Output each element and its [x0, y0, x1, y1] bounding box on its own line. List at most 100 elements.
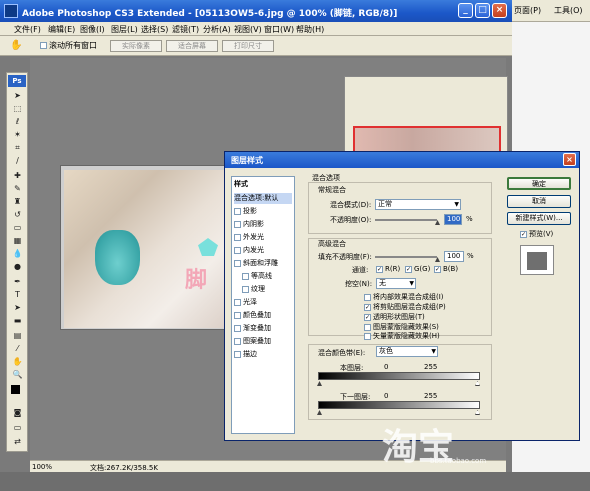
channel-b[interactable]: ✓ B(B)	[434, 265, 458, 273]
browser-menu-page[interactable]: 页面(P)	[514, 5, 541, 16]
menu-file[interactable]: 文件(F)	[14, 24, 41, 35]
style-gradient-overlay[interactable]: 渐变叠加	[234, 323, 271, 334]
checkbox-icon[interactable]	[364, 293, 371, 301]
magic-wand-icon[interactable]: ✶	[11, 130, 24, 139]
new-style-button[interactable]: 新建样式(W)...	[507, 212, 571, 225]
stamp-tool-icon[interactable]: ♜	[11, 197, 24, 206]
style-texture[interactable]: 纹理	[242, 284, 265, 295]
menu-image[interactable]: 图像(I)	[80, 24, 105, 35]
imageready-icon[interactable]: ⇄	[11, 437, 24, 446]
opacity-input[interactable]: 100	[444, 214, 462, 225]
checkbox-icon[interactable]: ✓	[520, 230, 527, 238]
zoom-tool-icon[interactable]: 🔍	[11, 370, 24, 379]
menu-edit[interactable]: 编辑(E)	[48, 24, 75, 35]
healing-brush-icon[interactable]: ✚	[11, 171, 24, 180]
checkbox-icon[interactable]	[234, 337, 241, 345]
adv-option-4[interactable]: 矢量蒙版隐藏效果(H)	[364, 331, 440, 341]
foreground-color-swatch[interactable]	[11, 385, 20, 394]
eraser-tool-icon[interactable]: ▭	[11, 223, 24, 232]
channel-g[interactable]: ✓ G(G)	[405, 265, 430, 273]
this-layer-gradient[interactable]	[318, 372, 480, 380]
adv-option-1[interactable]: ✓ 将剪贴图层混合成组(P)	[364, 302, 446, 312]
style-blend-options[interactable]: 混合选项:默认	[234, 193, 292, 204]
style-color-overlay[interactable]: 颜色叠加	[234, 310, 271, 321]
style-satin[interactable]: 光泽	[234, 297, 257, 308]
style-pattern-overlay[interactable]: 图案叠加	[234, 336, 271, 347]
menu-filter[interactable]: 滤镜(T)	[172, 24, 199, 35]
menu-view[interactable]: 视图(V)	[234, 24, 262, 35]
screen-mode-icon[interactable]: ▭	[11, 423, 24, 432]
browser-menu-tools[interactable]: 工具(O)	[554, 5, 583, 16]
channel-r[interactable]: ✓ R(R)	[376, 265, 400, 273]
brush-tool-icon[interactable]: ✎	[11, 184, 24, 193]
quick-mask-icon[interactable]: ◙	[11, 408, 24, 417]
checkbox-icon[interactable]	[242, 272, 249, 280]
close-button[interactable]: ×	[492, 3, 507, 18]
scroll-all-checkbox[interactable]: 滚动所有窗口	[40, 40, 97, 51]
blend-mode-select[interactable]: 正常	[375, 199, 461, 210]
checkbox-icon[interactable]	[234, 220, 241, 228]
dodge-tool-icon[interactable]: ●	[11, 262, 24, 271]
actual-pixels-button[interactable]: 实际像素	[110, 40, 162, 52]
menu-select[interactable]: 选择(S)	[141, 24, 168, 35]
styles-header[interactable]: 样式	[234, 179, 248, 190]
cancel-button[interactable]: 取消	[507, 195, 571, 208]
menu-analysis[interactable]: 分析(A)	[203, 24, 231, 35]
checkbox-icon[interactable]	[234, 246, 241, 254]
style-stroke[interactable]: 描边	[234, 349, 257, 360]
ok-button[interactable]: 确定	[507, 177, 571, 190]
checkbox-icon[interactable]	[364, 323, 371, 331]
shape-tool-icon[interactable]: ▬	[11, 316, 24, 325]
menu-help[interactable]: 帮助(H)	[296, 24, 324, 35]
menu-layer[interactable]: 图层(L)	[111, 24, 138, 35]
checkbox-icon[interactable]	[234, 259, 241, 267]
zoom-readout[interactable]: 100%	[32, 463, 52, 471]
style-bevel-emboss[interactable]: 斜面和浮雕	[234, 258, 278, 269]
history-brush-icon[interactable]: ↺	[11, 210, 24, 219]
gradient-tool-icon[interactable]: ▦	[11, 236, 24, 245]
notes-tool-icon[interactable]: ▤	[11, 331, 24, 340]
type-tool-icon[interactable]: T	[11, 290, 24, 299]
fill-opacity-slider[interactable]	[375, 256, 437, 258]
style-outer-glow[interactable]: 外发光	[234, 232, 264, 243]
pen-tool-icon[interactable]: ✒	[11, 277, 24, 286]
eyedropper-icon[interactable]: ⁄	[11, 344, 24, 353]
style-inner-shadow[interactable]: 内阴影	[234, 219, 264, 230]
under-layer-gradient[interactable]	[318, 401, 480, 409]
hand-tool-icon[interactable]: ✋	[10, 40, 22, 51]
blend-if-select[interactable]: 灰色	[376, 346, 438, 357]
checkbox-icon[interactable]	[234, 324, 241, 332]
checkbox-icon[interactable]: ✓	[364, 313, 371, 321]
dialog-close-icon[interactable]: ×	[563, 153, 576, 166]
blur-tool-icon[interactable]: 💧	[11, 249, 24, 258]
move-tool-icon[interactable]: ➤	[11, 91, 24, 100]
hand-tool-icon[interactable]: ✋	[11, 357, 24, 366]
checkbox-icon[interactable]: ✓	[376, 265, 383, 273]
checkbox-icon[interactable]	[234, 311, 241, 319]
checkbox-icon[interactable]	[234, 233, 241, 241]
path-select-icon[interactable]: ➤	[11, 303, 24, 312]
preview-checkbox[interactable]: ✓ 预览(V)	[520, 229, 553, 239]
checkbox-icon[interactable]	[242, 285, 249, 293]
style-inner-glow[interactable]: 内发光	[234, 245, 264, 256]
adv-option-0[interactable]: 将内部效果混合成组(I)	[364, 292, 444, 302]
style-drop-shadow[interactable]: 投影	[234, 206, 257, 217]
checkbox-icon[interactable]: ✓	[434, 265, 441, 273]
fit-screen-button[interactable]: 适合屏幕	[166, 40, 218, 52]
marquee-tool-icon[interactable]: ⬚	[11, 104, 24, 113]
maximize-button[interactable]: □	[475, 3, 490, 18]
slice-tool-icon[interactable]: ∕	[11, 156, 24, 165]
menu-window[interactable]: 窗口(W)	[264, 24, 294, 35]
adv-option-2[interactable]: ✓ 透明形状图层(T)	[364, 312, 425, 322]
fill-opacity-input[interactable]: 100	[444, 251, 464, 262]
checkbox-icon[interactable]: ✓	[405, 265, 412, 273]
checkbox-icon[interactable]: ✓	[364, 303, 371, 311]
checkbox-icon[interactable]	[234, 298, 241, 306]
checkbox-icon[interactable]	[234, 207, 241, 215]
minimize-button[interactable]: _	[458, 3, 473, 18]
opacity-slider[interactable]	[375, 219, 437, 221]
checkbox-icon[interactable]	[364, 332, 371, 340]
print-size-button[interactable]: 打印尺寸	[222, 40, 274, 52]
lasso-tool-icon[interactable]: ℓ	[11, 117, 24, 126]
style-contour[interactable]: 等高线	[242, 271, 272, 282]
